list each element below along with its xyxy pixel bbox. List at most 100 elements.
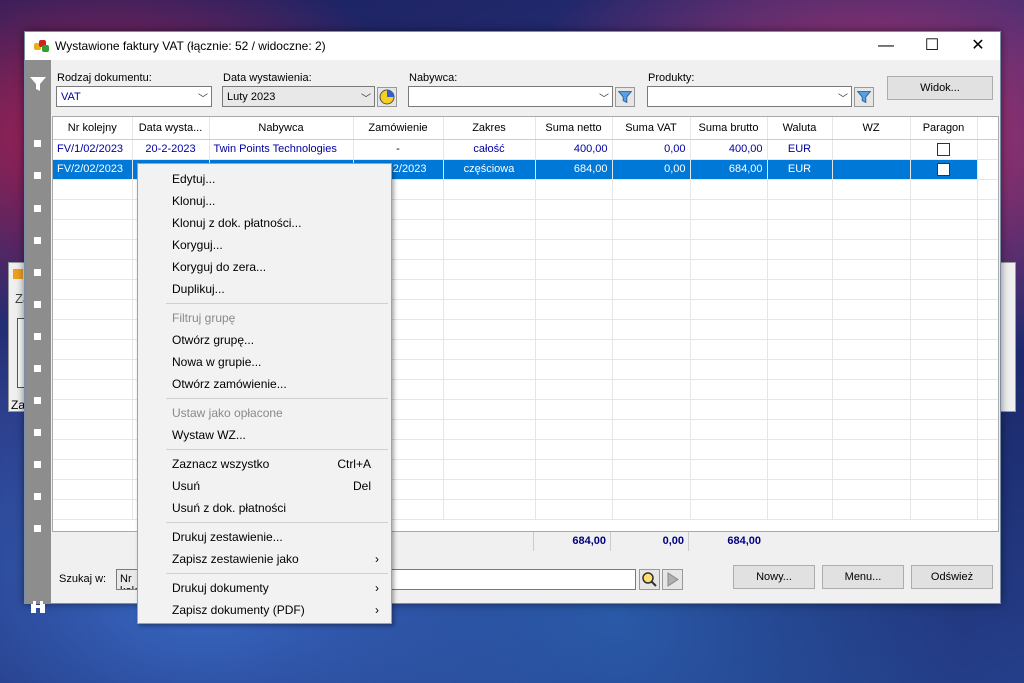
filter-icon[interactable] xyxy=(29,75,47,93)
close-button[interactable]: ✕ xyxy=(955,32,1001,60)
menu-separator xyxy=(166,398,388,399)
maximize-button[interactable]: ☐ xyxy=(909,32,955,60)
column-header[interactable]: Waluta xyxy=(767,117,833,140)
search-field-select[interactable]: Nr kolejny xyxy=(116,569,138,590)
cell-waluta: EUR xyxy=(767,139,833,160)
menu-separator xyxy=(166,522,388,523)
shortcut-ctrl-a: Ctrl+A xyxy=(337,457,371,471)
cell-filler xyxy=(977,139,998,160)
nowy-button[interactable]: Nowy... xyxy=(733,565,815,589)
menu-item-zaznacz-wszystko[interactable]: Zaznacz wszystko xyxy=(172,457,269,471)
search-input[interactable] xyxy=(391,569,636,590)
context-menu: Edytuj... Klonuj... Klonuj z dok. płatno… xyxy=(137,163,392,624)
data-value: Luty 2023 xyxy=(227,91,276,103)
row-marker xyxy=(34,172,41,179)
left-toolbar xyxy=(25,60,51,613)
cell-paragon xyxy=(910,159,978,180)
column-header[interactable]: WZ xyxy=(832,117,911,140)
menu-item-drukuj-zestawienie[interactable]: Drukuj zestawienie... xyxy=(172,530,283,544)
menu-item-usun[interactable]: Usuń xyxy=(172,479,200,493)
menu-item-klonuj[interactable]: Klonuj... xyxy=(172,194,215,208)
total-brutto: 684,00 xyxy=(688,532,765,551)
submenu-arrow-icon: › xyxy=(375,581,379,595)
data-label: Data wystawienia: xyxy=(223,72,312,84)
menu-item-duplikuj[interactable]: Duplikuj... xyxy=(172,282,225,296)
search-icon[interactable] xyxy=(639,569,660,590)
nabywca-filter-icon[interactable] xyxy=(615,87,635,107)
cell-wz xyxy=(832,139,911,160)
cell-vat: 0,00 xyxy=(612,139,691,160)
rodzaj-select[interactable]: VAT ﹀ xyxy=(56,86,212,107)
row-marker xyxy=(34,269,41,276)
produkty-filter-icon[interactable] xyxy=(854,87,874,107)
menu-item-koryguj[interactable]: Koryguj... xyxy=(172,238,223,252)
cell-zakres: częściowa xyxy=(443,159,536,180)
cell-nr: FV/1/02/2023 xyxy=(53,139,133,160)
cell-netto: 684,00 xyxy=(535,159,613,180)
column-header[interactable]: Suma brutto xyxy=(690,117,768,140)
menu-separator xyxy=(166,449,388,450)
calendar-picker-icon[interactable] xyxy=(377,87,397,107)
menu-item-usun-z-dok[interactable]: Usuń z dok. płatności xyxy=(172,501,286,515)
column-header[interactable]: Zakres xyxy=(443,117,536,140)
row-marker xyxy=(34,301,41,308)
chevron-down-icon: ﹀ xyxy=(599,94,609,105)
paragon-checkbox[interactable] xyxy=(937,162,950,176)
cell-brutto: 400,00 xyxy=(690,139,768,160)
column-header[interactable]: Data wysta... xyxy=(132,117,210,140)
binoculars-icon[interactable] xyxy=(30,600,46,614)
menu-item-zapisz-zestawienie[interactable]: Zapisz zestawienie jako xyxy=(172,552,299,566)
total-netto: 684,00 xyxy=(533,532,610,551)
column-header[interactable]: Zamówienie xyxy=(353,117,444,140)
menu-item-ustaw-oplacone: Ustaw jako opłacone xyxy=(172,406,283,420)
menu-item-zapisz-pdf[interactable]: Zapisz dokumenty (PDF) xyxy=(172,603,305,617)
nabywca-select[interactable]: ﹀ xyxy=(408,86,613,107)
row-marker xyxy=(34,365,41,372)
menu-separator xyxy=(166,303,388,304)
menu-item-otworz-grupe[interactable]: Otwórz grupę... xyxy=(172,333,254,347)
cell-zakres: całość xyxy=(443,139,536,160)
menu-item-klonuj-z-dok[interactable]: Klonuj z dok. płatności... xyxy=(172,216,301,230)
menu-item-wystaw-wz[interactable]: Wystaw WZ... xyxy=(172,428,246,442)
cell-netto: 400,00 xyxy=(535,139,613,160)
menu-item-edytuj[interactable]: Edytuj... xyxy=(172,172,215,186)
play-icon[interactable] xyxy=(662,569,683,590)
cell-waluta: EUR xyxy=(767,159,833,180)
odswiez-button[interactable]: Odśwież xyxy=(911,565,993,589)
chevron-down-icon: ﹀ xyxy=(838,94,848,105)
menu-item-filtruj-grupe: Filtruj grupę xyxy=(172,311,236,325)
cell-nr: FV/2/02/2023 xyxy=(53,159,133,180)
app-icon xyxy=(13,269,23,279)
row-marker xyxy=(34,333,41,340)
menu-item-koryguj-do-zera[interactable]: Koryguj do zera... xyxy=(172,260,266,274)
column-header[interactable]: Nr kolejny xyxy=(53,117,133,140)
column-header-filler xyxy=(977,117,998,140)
menu-item-nowa-w-grupie[interactable]: Nowa w grupie... xyxy=(172,355,261,369)
column-header[interactable]: Nabywca xyxy=(209,117,354,140)
row-marker xyxy=(34,429,41,436)
window-title: Wystawione faktury VAT (łącznie: 52 / wi… xyxy=(55,39,326,53)
menu-button[interactable]: Menu... xyxy=(822,565,904,589)
row-marker xyxy=(34,397,41,404)
background-window-label: Za xyxy=(11,398,26,412)
column-header[interactable]: Paragon xyxy=(910,117,978,140)
cell-filler xyxy=(977,159,998,180)
row-marker xyxy=(34,237,41,244)
menu-item-drukuj-dokumenty[interactable]: Drukuj dokumenty xyxy=(172,581,269,595)
cell-nabywca: Twin Points Technologies xyxy=(209,139,354,160)
table-row[interactable]: FV/1/02/2023 20-2-2023 Twin Points Techn… xyxy=(53,139,998,160)
column-header[interactable]: Suma VAT xyxy=(612,117,691,140)
row-marker xyxy=(34,493,41,500)
search-label: Szukaj w: xyxy=(59,573,107,585)
cell-zamowienie: - xyxy=(353,139,444,160)
widok-button[interactable]: Widok... xyxy=(887,76,993,100)
title-bar: Wystawione faktury VAT (łącznie: 52 / wi… xyxy=(25,32,1000,60)
total-vat: 0,00 xyxy=(610,532,688,551)
paragon-checkbox[interactable] xyxy=(937,142,950,156)
rodzaj-label: Rodzaj dokumentu: xyxy=(57,72,152,84)
produkty-select[interactable]: ﹀ xyxy=(647,86,852,107)
column-header[interactable]: Suma netto xyxy=(535,117,613,140)
data-select[interactable]: Luty 2023 ﹀ xyxy=(222,86,375,107)
menu-item-otworz-zamowienie[interactable]: Otwórz zamówienie... xyxy=(172,377,287,391)
minimize-button[interactable]: — xyxy=(863,32,909,60)
